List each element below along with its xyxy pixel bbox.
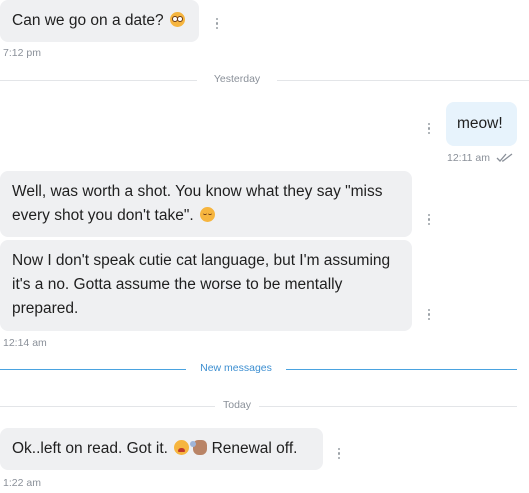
message-bubble[interactable]: Ok..left on read. Got it. Renewal off. <box>0 428 323 470</box>
message-text: Well, was worth a shot. You know what th… <box>12 183 383 224</box>
message-timestamp: 7:12 pm <box>3 47 41 59</box>
message-bubble[interactable]: Can we go on a date? <box>0 0 199 42</box>
message-text: Ok..left on read. Got it. <box>12 440 168 457</box>
message-line: prepared. <box>12 300 79 317</box>
divider-label: New messages <box>200 362 272 374</box>
message-options-icon[interactable] <box>212 18 222 30</box>
message-bubble[interactable]: Well, was worth a shot. You know what th… <box>0 171 412 237</box>
message-line: it's a no. Gotta assume the worse to be … <box>12 276 343 293</box>
message-text: Renewal off. <box>211 440 298 457</box>
double-check-icon <box>496 153 513 162</box>
divider-label: Yesterday <box>213 73 261 85</box>
message-text: Can we go on a date? <box>12 12 164 29</box>
new-messages-divider: New messages <box>0 362 529 376</box>
message-timestamp: 12:14 am <box>3 337 47 349</box>
message-bubble[interactable]: Now I don't speak cutie cat language, bu… <box>0 240 412 331</box>
message-options-icon[interactable] <box>424 309 434 321</box>
flushed-face-icon <box>169 12 185 27</box>
date-divider-yesterday: Yesterday <box>0 73 529 87</box>
message-bubble[interactable]: meow! <box>446 102 517 146</box>
weary-face-icon <box>174 440 190 455</box>
waving-hand-icon <box>190 440 208 455</box>
relieved-face-icon <box>199 207 215 222</box>
message-timestamp: 12:11 am <box>447 152 490 164</box>
message-options-icon[interactable] <box>334 448 344 460</box>
divider-label: Today <box>222 399 252 411</box>
message-timestamp: 1:22 am <box>3 477 41 489</box>
date-divider-today: Today <box>0 399 529 413</box>
message-options-icon[interactable] <box>424 123 434 135</box>
message-options-icon[interactable] <box>424 214 434 226</box>
message-text: meow! <box>457 115 503 132</box>
message-line: Now I don't speak cutie cat language, bu… <box>12 252 391 269</box>
